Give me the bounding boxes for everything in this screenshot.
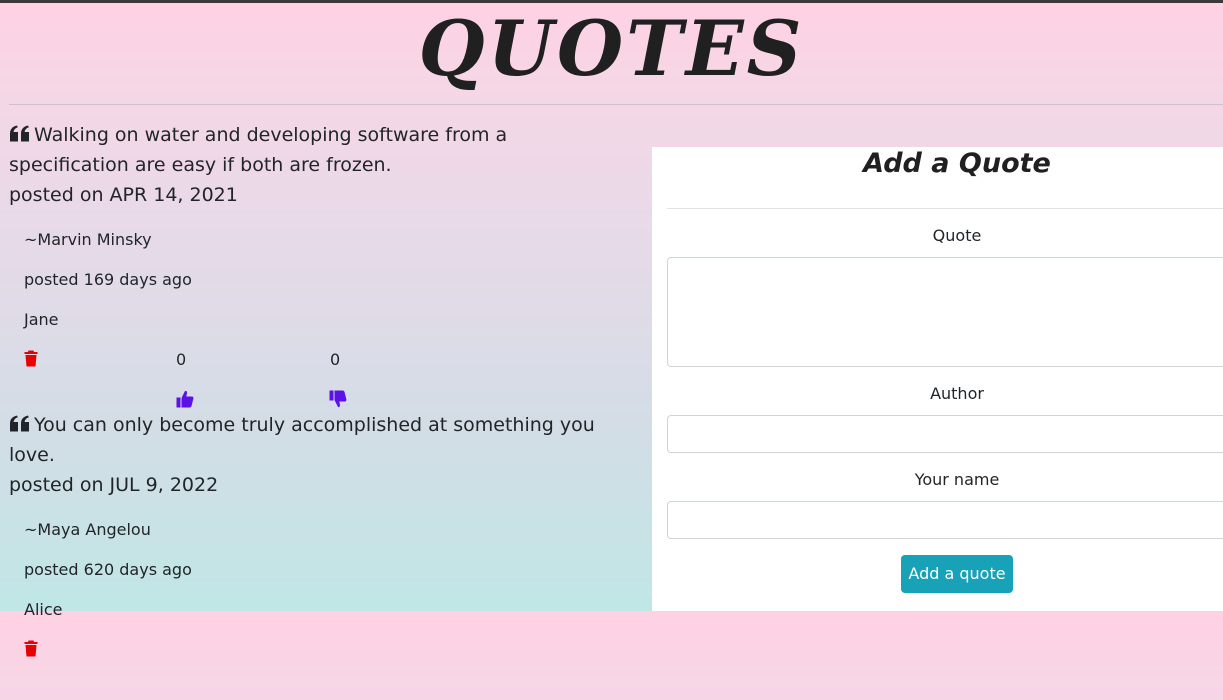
your-name-input[interactable] <box>667 501 1223 539</box>
trash-icon[interactable] <box>24 350 38 367</box>
quote-text: You can only become truly accomplished a… <box>9 414 595 466</box>
quote-list: Walking on water and developing software… <box>0 120 640 700</box>
quote-submitter: Jane <box>24 310 59 329</box>
form-divider <box>667 208 1223 209</box>
quote-item: You can only become truly accomplished a… <box>0 410 640 700</box>
form-title: Add a Quote <box>863 148 1051 179</box>
title-divider <box>9 104 1223 105</box>
author-input[interactable] <box>667 415 1223 453</box>
quote-left-icon <box>10 415 29 432</box>
quote-author: ~Marvin Minsky <box>24 230 152 249</box>
quote-author: ~Maya Angelou <box>24 520 151 539</box>
quote-age: posted 169 days ago <box>24 270 192 289</box>
trash-icon[interactable] <box>24 640 38 657</box>
vote-row: 0 0 <box>0 350 640 410</box>
quote-field-label: Quote <box>932 226 982 245</box>
quote-date: posted on APR 14, 2021 <box>9 184 238 206</box>
quote-textarea[interactable] <box>667 257 1223 367</box>
author-field-label: Author <box>930 384 984 403</box>
window-top-border <box>0 0 1223 3</box>
quote-date: posted on JUL 9, 2022 <box>9 474 219 496</box>
vote-row <box>0 640 640 700</box>
quote-text-block: You can only become truly accomplished a… <box>9 410 609 470</box>
quote-age: posted 620 days ago <box>24 560 192 579</box>
thumbs-up-icon[interactable] <box>176 390 194 408</box>
downvote-count: 0 <box>330 350 341 369</box>
page-title: QUOTES <box>418 4 805 93</box>
quote-item: Walking on water and developing software… <box>0 120 640 410</box>
add-quote-button[interactable]: Add a quote <box>901 555 1013 593</box>
thumbs-down-icon[interactable] <box>329 390 347 408</box>
quote-text: Walking on water and developing software… <box>9 124 508 176</box>
quote-submitter: Alice <box>24 600 63 619</box>
add-quote-form: Add a Quote Quote Author Your name Add a… <box>652 147 1223 611</box>
quote-text-block: Walking on water and developing software… <box>9 120 609 180</box>
name-field-label: Your name <box>914 470 1000 489</box>
quote-left-icon <box>10 125 29 142</box>
upvote-count: 0 <box>176 350 187 369</box>
